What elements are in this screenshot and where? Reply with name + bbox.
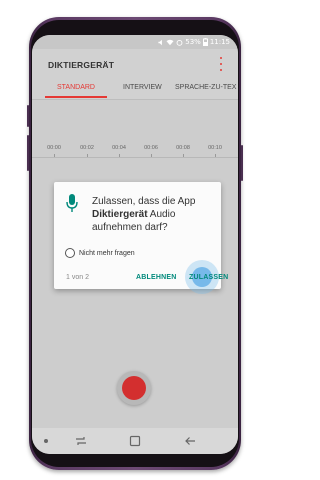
timeline: 00:00 00:02 00:04 00:06 00:08 00:10 [32,145,238,165]
dialog-message: Zulassen, dass die App Diktiergerät Audi… [92,195,212,234]
allow-button[interactable]: ZULASSEN [189,274,228,281]
active-tab-indicator [45,96,107,98]
page-count: 1 von 2 [66,274,89,281]
mute-icon [158,39,163,45]
dont-ask-again-row[interactable]: Nicht mehr fragen [65,248,135,258]
tab-sprache-zu-text[interactable]: SPRACHE-ZU-TEX [175,84,236,91]
home-icon[interactable] [128,434,142,448]
phone-bixby-button [27,135,29,171]
record-button[interactable] [117,371,151,405]
record-icon [122,376,146,400]
dont-ask-again-checkbox[interactable] [65,248,75,258]
timeline-label: 00:04 [112,145,126,151]
app-screen: 53% 11:15 DIKTIERGERÄT STANDARD INTERVIE… [32,35,238,454]
timeline-label: 00:06 [144,145,158,151]
permission-dialog: Zulassen, dass die App Diktiergerät Audi… [54,182,228,294]
phone-volume-button [27,105,29,127]
navigation-bar [32,428,238,454]
timeline-label: 00:10 [208,145,222,151]
tab-standard[interactable]: STANDARD [57,84,95,91]
clock: 11:15 [209,38,230,46]
mic-icon [66,194,78,212]
phone-side-button [241,145,243,181]
battery-icon [202,38,208,46]
app-bar: DIKTIERGERÄT [32,49,238,79]
app-title: DIKTIERGERÄT [48,60,115,70]
timeline-label: 00:08 [176,145,190,151]
tab-interview[interactable]: INTERVIEW [123,84,162,91]
battery-percent: 53% [185,38,201,46]
dot-icon [44,439,48,443]
tab-bar: STANDARD INTERVIEW SPRACHE-ZU-TEX [32,79,238,100]
dont-ask-again-label: Nicht mehr fragen [79,249,135,257]
timeline-baseline [32,157,238,158]
deny-button[interactable]: ABLEHNEN [136,274,177,281]
wifi-icon [166,39,174,45]
timeline-label: 00:00 [47,145,61,151]
status-bar: 53% 11:15 [32,35,238,49]
back-icon[interactable] [183,434,197,448]
alarm-icon [176,39,183,46]
timeline-label: 00:02 [80,145,94,151]
dialog-message-prefix: Zulassen, dass die App [92,196,196,207]
more-vert-icon[interactable] [219,57,223,71]
dialog-app-name: Diktiergerät [92,209,148,220]
recent-apps-icon[interactable] [74,434,88,448]
